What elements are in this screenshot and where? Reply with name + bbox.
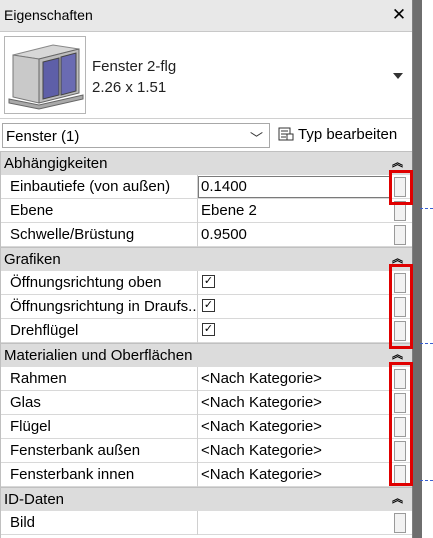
property-value[interactable]: <Nach Kategorie> (201, 418, 389, 435)
property-name: Schwelle/Brüstung (10, 226, 135, 243)
column-divider (197, 271, 198, 295)
property-value[interactable]: <Nach Kategorie> (201, 394, 389, 411)
property-checkbox[interactable]: ✓ (202, 275, 215, 288)
properties-palette: Eigenschaften ✕ Fenster 2-flg 2.26 x 1.5… (0, 0, 433, 538)
column-divider (197, 439, 198, 463)
category-label: Grafiken (4, 251, 61, 268)
property-row[interactable]: Einbautiefe (von außen) 0.1400 (0, 175, 412, 199)
category-header-graphics[interactable]: Grafiken ︽ (0, 247, 412, 271)
edit-type-button[interactable]: Typ bearbeiten (276, 123, 404, 148)
highlight-box (389, 362, 413, 486)
property-row[interactable]: Öffnungsrichtung oben ✓ (0, 271, 412, 295)
associate-parameter-button[interactable] (394, 513, 406, 533)
type-selector[interactable]: Fenster 2-flg 2.26 x 1.51 (0, 33, 412, 119)
property-name: Glas (10, 394, 41, 411)
column-divider (197, 295, 198, 319)
drawing-canvas-edge (412, 0, 433, 538)
property-checkbox[interactable]: ✓ (202, 299, 215, 312)
category-header-identity-data[interactable]: ID-Daten ︽ (0, 487, 412, 511)
chevron-down-icon: ﹀ (249, 131, 263, 146)
property-value[interactable]: 0.1400 (201, 178, 389, 195)
instance-filter-select[interactable]: Fenster (1) ﹀ (2, 123, 270, 148)
property-value[interactable]: <Nach Kategorie> (201, 466, 389, 483)
dashed-reference-line (420, 208, 433, 209)
property-row[interactable]: Fensterbank innen <Nach Kategorie> (0, 463, 412, 487)
property-value[interactable]: Ebene 2 (201, 202, 389, 219)
category-header-constraints[interactable]: Abhängigkeiten ︽ (0, 151, 412, 175)
property-name: Öffnungsrichtung oben (10, 274, 162, 291)
property-row[interactable]: Rahmen <Nach Kategorie> (0, 367, 412, 391)
grid-left-border (0, 151, 1, 538)
collapse-icon[interactable]: ︽ (392, 490, 403, 506)
column-divider (197, 199, 198, 223)
property-row[interactable]: Bild (0, 511, 412, 535)
window-thumbnail-icon (4, 36, 86, 114)
property-checkbox[interactable]: ✓ (202, 323, 215, 336)
dashed-reference-line (420, 480, 433, 481)
edit-type-label: Typ bearbeiten (298, 126, 398, 143)
property-name: Drehflügel (10, 322, 79, 339)
column-divider (197, 511, 198, 535)
column-divider (197, 391, 198, 415)
property-name: Fensterbank außen (10, 442, 141, 459)
category-header-materials[interactable]: Materialien und Oberflächen ︽ (0, 343, 412, 367)
property-value[interactable]: <Nach Kategorie> (201, 370, 389, 387)
property-row[interactable]: Schwelle/Brüstung 0.9500 (0, 223, 412, 247)
column-divider (197, 319, 198, 343)
instance-filter-row: Fenster (1) ﹀ Typ bearbeiten (0, 120, 412, 150)
palette-border (413, 0, 422, 538)
property-name: Bild (10, 514, 36, 531)
category-label: Abhängigkeiten (4, 155, 108, 172)
column-divider (197, 367, 198, 391)
property-name: Flügel (10, 418, 51, 435)
palette-title-bar[interactable]: Eigenschaften ✕ (0, 0, 412, 32)
property-row[interactable]: Öffnungsrichtung in Draufs... ✓ (0, 295, 412, 319)
collapse-icon[interactable]: ︽ (392, 154, 403, 170)
property-row[interactable]: Glas <Nach Kategorie> (0, 391, 412, 415)
type-family-name: Fenster 2-flg (92, 58, 177, 75)
column-divider (197, 223, 198, 247)
property-row[interactable]: Ebene Ebene 2 (0, 199, 412, 223)
column-divider (197, 463, 198, 487)
property-row[interactable]: Fensterbank außen <Nach Kategorie> (0, 439, 412, 463)
property-value[interactable]: 0.9500 (201, 226, 389, 243)
type-dropdown-arrow-icon[interactable] (393, 73, 403, 79)
palette-title: Eigenschaften (4, 7, 93, 23)
property-name: Fensterbank innen (10, 466, 135, 483)
dashed-reference-line (420, 343, 433, 344)
property-row[interactable]: Flügel <Nach Kategorie> (0, 415, 412, 439)
instance-filter-value: Fenster (1) (6, 128, 80, 145)
property-name: Öffnungsrichtung in Draufs... (10, 298, 196, 315)
type-size-label: 2.26 x 1.51 (92, 79, 167, 96)
category-label: Materialien und Oberflächen (4, 347, 193, 364)
highlight-box (389, 170, 413, 205)
edit-type-icon (278, 127, 294, 141)
property-name: Ebene (10, 202, 54, 219)
property-name: Rahmen (10, 370, 67, 387)
highlight-box (389, 264, 413, 349)
property-name: Einbautiefe (von außen) (10, 178, 171, 195)
column-divider (197, 415, 198, 439)
category-label: ID-Daten (4, 491, 65, 508)
property-value[interactable]: <Nach Kategorie> (201, 442, 389, 459)
close-icon[interactable]: ✕ (389, 4, 409, 26)
property-grid: Abhängigkeiten ︽ Einbautiefe (von außen)… (0, 151, 413, 538)
associate-parameter-button[interactable] (394, 225, 406, 245)
property-row[interactable]: Drehflügel ✓ (0, 319, 412, 343)
